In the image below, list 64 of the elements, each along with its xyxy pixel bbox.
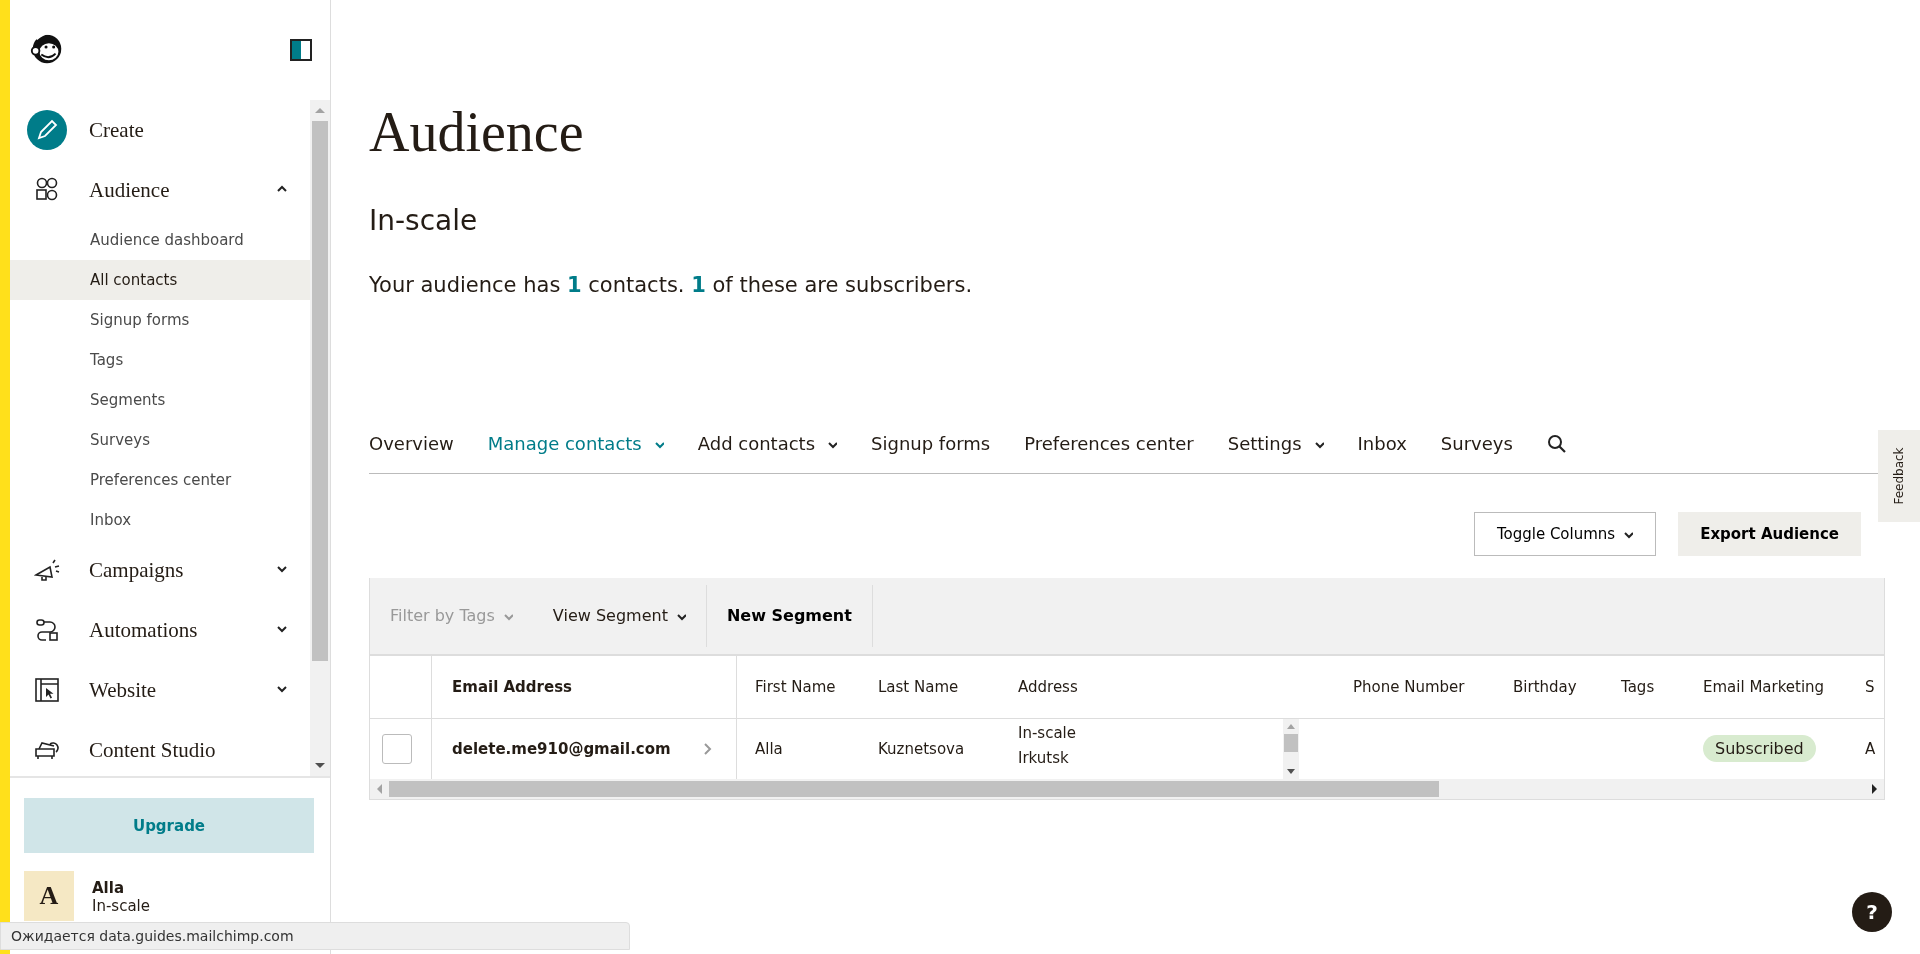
sidebar-subitem[interactable]: Audience dashboard — [10, 220, 310, 260]
nav-tab[interactable]: Add contacts — [697, 433, 838, 455]
table-cell: Kuznetsova — [878, 739, 965, 758]
sidebar-scrollbar[interactable] — [310, 100, 330, 776]
sidebar-nav-item[interactable]: Audience — [10, 160, 310, 220]
people-icon — [34, 177, 60, 203]
column-header: Email Address — [452, 677, 572, 696]
table-cell: A — [1865, 739, 1876, 758]
sidebar-nav-item[interactable]: Website — [10, 660, 310, 720]
workflow-icon — [34, 617, 60, 643]
cell-scrollbar[interactable] — [1283, 718, 1299, 779]
browser-window-icon — [34, 677, 60, 703]
megaphone-icon — [34, 557, 60, 583]
export-audience-button[interactable]: Export Audience — [1678, 511, 1861, 556]
horizontal-scrollbar[interactable] — [370, 778, 1884, 799]
sidebar-subitem[interactable]: Preferences center — [10, 460, 310, 500]
avatar[interactable]: A — [24, 871, 74, 921]
upgrade-button[interactable]: Upgrade — [24, 798, 314, 853]
sidebar-subitem[interactable]: Tags — [10, 340, 310, 380]
table-cell: delete.me910@gmail.com — [452, 739, 671, 758]
feedback-tab[interactable]: Feedback — [1878, 430, 1920, 522]
search-icon[interactable] — [1546, 433, 1567, 454]
row-checkbox[interactable] — [382, 733, 412, 764]
user-name: Alla — [92, 879, 125, 897]
nav-tab[interactable]: Preferences center — [1024, 433, 1194, 455]
table-cell-text: Irkutsk — [1018, 747, 1070, 769]
column-header: Last Name — [878, 677, 959, 696]
nav-tab[interactable]: Settings — [1227, 433, 1324, 455]
table-cell-text: In-scale — [1018, 722, 1076, 744]
sidebar-nav-item[interactable]: Campaigns — [10, 540, 310, 600]
column-header: Address — [1018, 677, 1078, 696]
nav-tab[interactable]: Manage contacts — [487, 433, 664, 455]
pencil-icon — [27, 110, 67, 150]
help-button[interactable]: ? — [1852, 892, 1892, 932]
column-header: First Name — [755, 677, 836, 696]
sidebar-toggle-icon[interactable] — [290, 39, 312, 61]
view-segment-dropdown[interactable]: View Segment — [532, 584, 707, 647]
column-header: Email Marketing — [1703, 677, 1825, 696]
sidebar-subitem[interactable]: All contacts — [10, 260, 310, 300]
column-header: Birthday — [1513, 677, 1577, 696]
column-header: Tags — [1621, 677, 1655, 696]
table-cell: Alla — [755, 739, 783, 758]
sidebar-subitem[interactable]: Signup forms — [10, 300, 310, 340]
nav-tab[interactable]: Signup forms — [871, 433, 991, 455]
status-badge: Subscribed — [1703, 735, 1816, 763]
column-header: Phone Number — [1353, 677, 1465, 696]
new-segment-button[interactable]: New Segment — [706, 584, 873, 647]
organization-name: In-scale — [92, 897, 150, 915]
nav-tab[interactable]: Surveys — [1440, 433, 1513, 455]
sidebar-nav-item[interactable]: Content Studio — [10, 720, 310, 776]
chevron-right-icon[interactable] — [702, 741, 712, 756]
sidebar-subitem[interactable]: Segments — [10, 380, 310, 420]
nav-tab[interactable]: Overview — [369, 433, 454, 455]
sidebar-nav-item[interactable]: Create — [10, 100, 310, 160]
nav-tab[interactable]: Inbox — [1357, 433, 1407, 455]
status-bar: Ожидается data.guides.mailchimp.com — [0, 922, 630, 950]
toggle-columns-button[interactable]: Toggle Columns — [1473, 511, 1657, 556]
audience-summary: Your audience has 1 contacts. 1 of these are subscribers. — [369, 272, 974, 297]
sidebar-subitem[interactable]: Inbox — [10, 500, 310, 540]
column-header: S — [1865, 677, 1875, 696]
audience-name: In-scale — [369, 203, 479, 237]
sidebar-nav-item[interactable]: Automations — [10, 600, 310, 660]
sidebar-subitem[interactable]: Surveys — [10, 420, 310, 460]
page-title: Audience — [369, 102, 585, 164]
